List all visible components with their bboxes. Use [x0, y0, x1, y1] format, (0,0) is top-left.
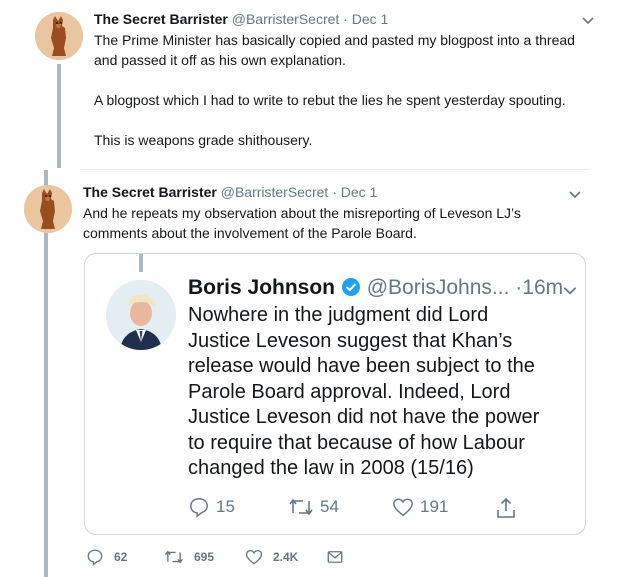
quoted-retweet-count: 54 [320, 497, 339, 516]
chevron-down-icon[interactable] [580, 12, 596, 28]
quoted-header: Boris Johnson @BorisJohns... ·16m [188, 276, 563, 300]
quoted-time[interactable]: 16m [522, 276, 563, 299]
share-icon[interactable] [494, 496, 518, 520]
like-icon [393, 498, 413, 517]
reply-icon [87, 549, 103, 566]
tweet1-line: This is weapons grade shithousery. [94, 132, 313, 148]
tweet1-author-name[interactable]: The Secret Barrister [94, 11, 228, 27]
tweet2-reply-count: 62 [114, 550, 128, 564]
quoted-retweet-button[interactable]: 54 [288, 496, 339, 518]
tweet1-author-handle[interactable]: @BarristerSecret [232, 11, 340, 27]
tweet2-retweet-button[interactable]: 695 [164, 548, 214, 566]
tweet1-line: and passed it off as his own explanation… [94, 52, 346, 68]
tweet2-author-handle[interactable]: @BarristerSecret [221, 184, 329, 200]
retweet-icon [289, 498, 313, 516]
tweet-divider [80, 169, 590, 170]
quoted-line: release would have been subject to the [188, 355, 535, 377]
quoted-card-top-stub [139, 254, 143, 272]
tweet2-header: The Secret Barrister @BarristerSecret · … [83, 183, 377, 201]
quoted-line: to require that because of how Labour [188, 431, 525, 454]
tweet2-like-button[interactable]: 2.4K [245, 548, 298, 566]
tweet1-date[interactable]: Dec 1 [352, 11, 389, 27]
reply-icon [190, 498, 208, 518]
tweet2-like-count: 2.4K [273, 550, 299, 564]
tweet2-date[interactable]: Dec 1 [341, 184, 378, 200]
tweet2-avatar[interactable] [24, 185, 72, 233]
tweet2-retweet-count: 695 [194, 550, 215, 564]
like-icon [245, 549, 263, 565]
tweet2-line: comments about the involvement of the Pa… [83, 225, 417, 241]
tweet1-thread-line [57, 64, 61, 168]
tweet2-separator: · [332, 184, 337, 200]
tweet1-text: The Prime Minister has basically copied … [94, 30, 614, 150]
tweet2-text: And he repeats my observation about the … [83, 203, 603, 243]
quoted-like-button[interactable]: 191 [392, 496, 448, 518]
retweet-icon [164, 550, 184, 564]
quoted-line: Parole Board approval. Indeed, Lord [188, 380, 511, 403]
tweet1-header: The Secret Barrister @BarristerSecret · … [94, 10, 388, 28]
message-icon[interactable] [326, 548, 344, 566]
quoted-author-handle[interactable]: @BorisJohns... [367, 276, 510, 299]
tweet1-line: A blogpost which I had to write to rebut… [94, 92, 566, 108]
tweet1-separator: · [343, 11, 348, 27]
avatar-fox-icon [24, 185, 72, 233]
chevron-down-icon[interactable] [561, 281, 579, 299]
quoted-line: changed the law in 2008 (15/16) [188, 457, 474, 479]
quoted-line: Justice Leveson suggest that Khan’s [188, 329, 513, 352]
tweet2-line: And he repeats my observation about the … [83, 205, 521, 221]
quoted-line: Nowhere in the judgment did Lord [188, 304, 489, 326]
quoted-reply-button[interactable]: 15 [188, 496, 235, 518]
person-portrait-icon [106, 280, 176, 350]
quoted-like-count: 191 [420, 497, 449, 516]
chevron-down-icon[interactable] [567, 186, 583, 202]
avatar-fox-icon [35, 12, 83, 60]
quoted-author-name[interactable]: Boris Johnson [188, 276, 335, 299]
tweet2-author-name[interactable]: The Secret Barrister [83, 184, 217, 200]
tweet2-reply-button[interactable]: 62 [86, 548, 127, 566]
quoted-line: Justice Leveson did not have the power [188, 406, 540, 428]
verified-badge-icon [341, 278, 360, 296]
tweet1-avatar[interactable] [35, 12, 83, 60]
quoted-text: Nowhere in the judgment did Lord Justice… [188, 303, 573, 482]
quoted-reply-count: 15 [216, 497, 235, 516]
quoted-avatar[interactable] [106, 280, 176, 350]
tweet1-line: The Prime Minister has basically copied … [94, 32, 575, 48]
